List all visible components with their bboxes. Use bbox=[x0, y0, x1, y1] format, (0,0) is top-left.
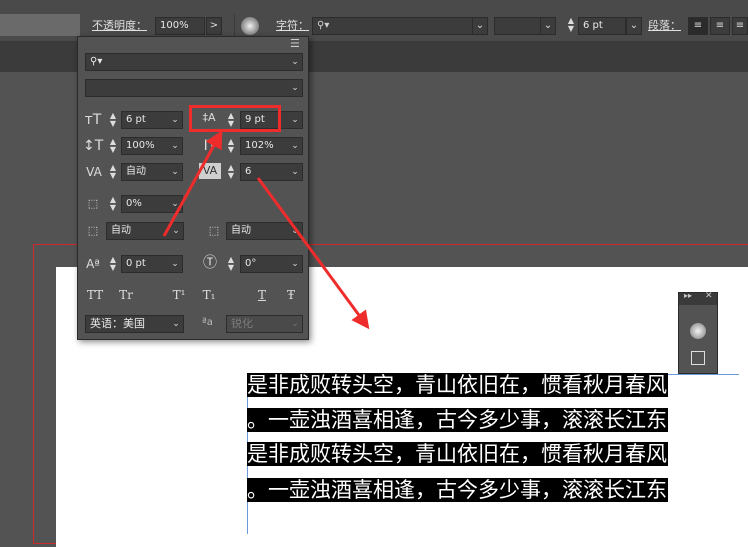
arrow-to-text bbox=[256, 177, 370, 330]
arrow-to-kerning-size bbox=[162, 130, 223, 237]
annotation-arrows bbox=[162, 130, 370, 330]
